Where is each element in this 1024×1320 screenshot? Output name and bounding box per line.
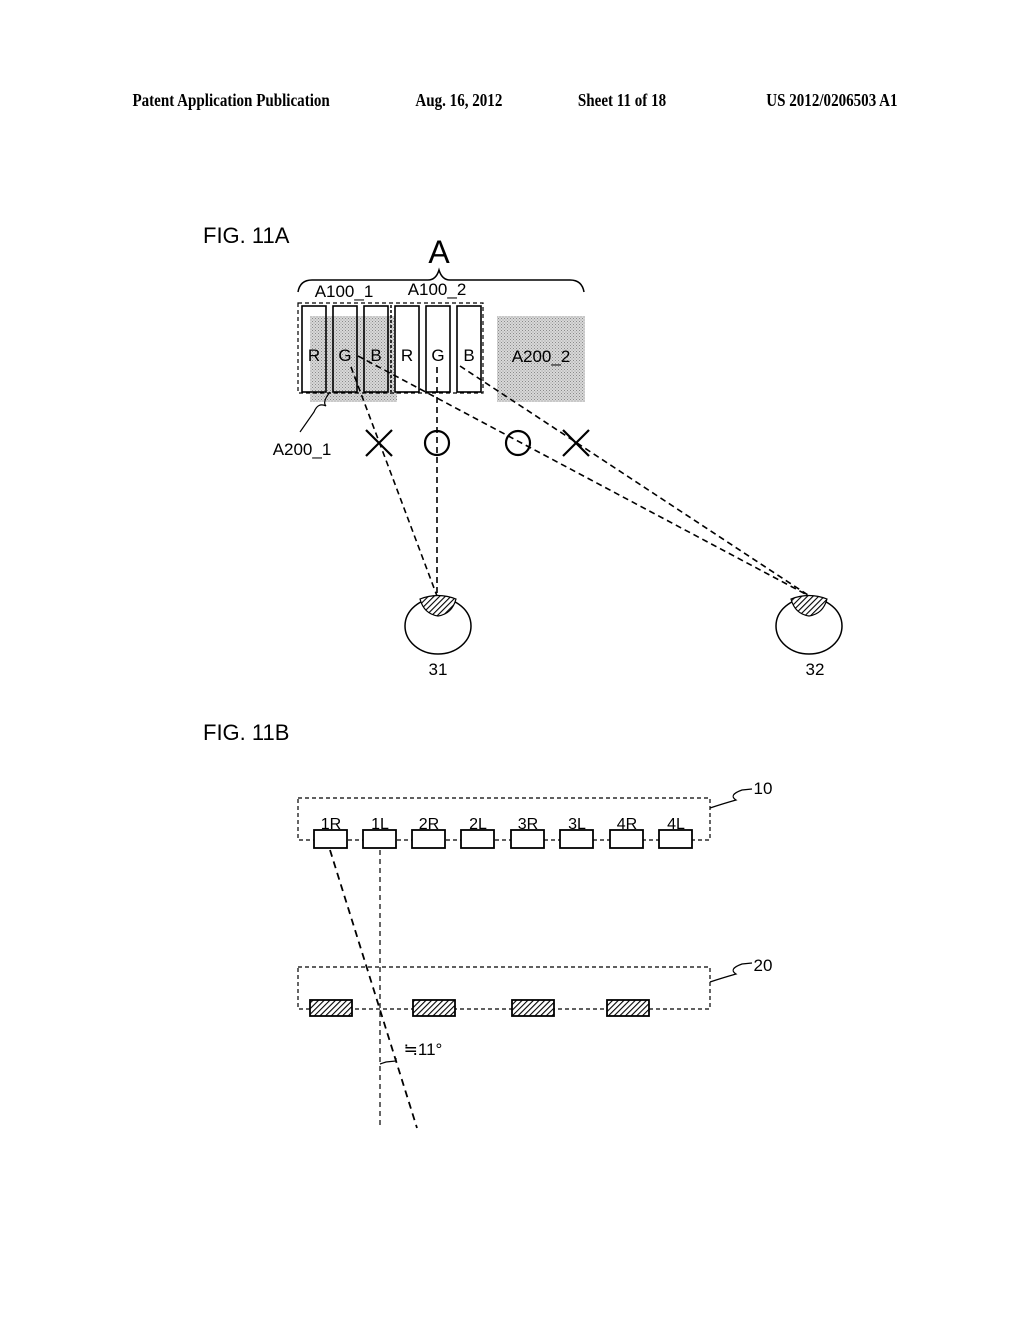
subpixel-label: G xyxy=(338,346,351,365)
fig-11b: 10 1R 1L 2R 2L 3R 3L 4R 4L 20 ≒11° xyxy=(297,779,773,1129)
leader-20 xyxy=(709,962,753,983)
pixel-1r: 1R xyxy=(313,816,348,849)
subpixel-label: R xyxy=(401,346,413,365)
pixel-label: 1R xyxy=(321,816,341,833)
region-label-a200-2: A200_2 xyxy=(512,347,571,366)
pupil xyxy=(790,594,828,617)
barrier-element xyxy=(309,999,353,1017)
eye-31: 31 xyxy=(404,594,472,679)
pixel-2r: 2R xyxy=(411,816,446,849)
subpixel-g: G xyxy=(425,305,451,393)
pixel-3l: 3L xyxy=(559,816,594,849)
region-a200-1 xyxy=(310,316,397,402)
eye-32: 32 xyxy=(775,594,843,679)
angle-arc xyxy=(379,1058,397,1065)
layer-ref-10: 10 xyxy=(754,779,773,798)
subpixel-label: B xyxy=(370,346,381,365)
pixel-label: 2L xyxy=(469,816,487,833)
pixel-label: 4R xyxy=(617,816,637,833)
pixel-label: 4L xyxy=(667,816,685,833)
pixel-label: 2R xyxy=(419,816,439,833)
eye-ref-32: 32 xyxy=(806,660,825,679)
marker-circle-visible xyxy=(504,429,532,457)
pixel-label: 1L xyxy=(371,816,389,833)
leader-10 xyxy=(709,788,753,809)
pixel-label: 3L xyxy=(568,816,586,833)
angle-label: ≒11° xyxy=(404,1040,443,1059)
fig-11a: A A100_1 A100_2 A200_2 RGBRGB A200_1 31 … xyxy=(273,234,843,679)
subpixel-b: B xyxy=(456,305,482,393)
pixel-label: 3R xyxy=(518,816,538,833)
subpixel-label: R xyxy=(308,346,320,365)
marker-cross-blocked xyxy=(365,429,393,457)
patent-drawing: A A100_1 A100_2 A200_2 RGBRGB A200_1 31 … xyxy=(273,234,843,1129)
pixel-layer-10 xyxy=(297,797,711,841)
group-label-a100-2: A100_2 xyxy=(408,280,467,299)
marker-cross-blocked xyxy=(562,429,590,457)
subpixel-r: R xyxy=(394,305,420,393)
barrier-element xyxy=(606,999,650,1017)
pixel-1l: 1L xyxy=(362,816,397,849)
barrier-element xyxy=(511,999,555,1017)
pixel-2l: 2L xyxy=(460,816,495,849)
subpixel-label: G xyxy=(431,346,444,365)
oblique-ray xyxy=(329,849,418,1129)
group-label-a100-1: A100_1 xyxy=(315,282,374,301)
barrier-element xyxy=(412,999,456,1017)
layer-ref-20: 20 xyxy=(754,956,773,975)
region-label-a200-1: A200_1 xyxy=(273,440,332,459)
pupil xyxy=(419,594,457,617)
pixel-4r: 4R xyxy=(609,816,644,849)
eye-ref-31: 31 xyxy=(429,660,448,679)
pixel-4l: 4L xyxy=(658,816,693,849)
brace-label-a: A xyxy=(428,234,450,270)
subpixel-label: B xyxy=(463,346,474,365)
pixel-3r: 3R xyxy=(510,816,545,849)
